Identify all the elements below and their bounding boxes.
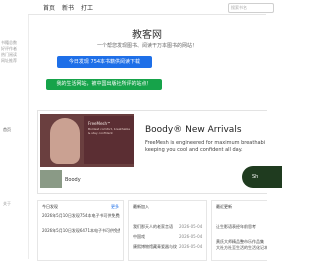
list-item[interactable]: 康熙博物馆藏青瓷器与纹饰 <box>133 244 177 250</box>
ad-image-panel-text: Boldest comfort, breathable & stay confi… <box>88 127 131 135</box>
nav-work[interactable]: 打工 <box>81 3 93 12</box>
discover-today-button[interactable]: 今日发现 754本书籍供阅读下载 <box>57 56 152 68</box>
list-item-date: 2026-05-04 <box>179 224 203 229</box>
sidebar-text: 热门阅读 <box>1 52 17 57</box>
sidebar-link-about[interactable]: 关于 <box>3 201 11 206</box>
panel-latest-added: 最新加入 我们那天人的老家言语 2026-05-04 中国戏 2026-05-0… <box>128 200 207 261</box>
list-item[interactable]: 大社方社至生活的生活化记本 <box>216 245 267 251</box>
panel-recent-updates: 最近更新 让生影语表经年前思考 黄氏大师精品整市乐作品集 大社方社至生活的生活化… <box>211 200 267 261</box>
nav-home[interactable]: 首页 <box>43 3 55 12</box>
ad-description-line: keeping you cool and confident all day. <box>145 147 243 153</box>
nav-new-books[interactable]: 新书 <box>62 3 74 12</box>
sidebar-text: 网址推荐 <box>1 58 17 63</box>
list-item[interactable]: 中国戏 <box>133 234 177 240</box>
ad-brand-thumbnail <box>40 170 62 188</box>
list-item-date: 2026-05-04 <box>179 234 203 239</box>
sidebar-text: 书籍总数 <box>1 40 17 45</box>
sidebar-link-home[interactable]: 首页 <box>3 127 11 132</box>
list-item[interactable]: 让生影语表经年前思考 <box>216 224 267 230</box>
list-item[interactable]: 我们那天人的老家言语 <box>133 224 177 230</box>
site-slogan: 一个帮您发现图书、阅读干万本图书的网站！ <box>96 43 197 49</box>
search-placeholder: 搜索书名 <box>231 5 247 10</box>
list-item[interactable]: 2026年5月10日发现754本电子书可供免费阅读或下载 <box>42 213 120 219</box>
ad-title[interactable]: Boody® New Arrivals <box>145 125 242 135</box>
top-navigation: 首页 新书 打工 搜索书名 <box>28 0 274 15</box>
ad-description: FreeMesh is engineered for maximum breat… <box>145 140 275 154</box>
ad-image-panel-title: FreeMesh™ <box>88 121 112 126</box>
site-title: 教客网 <box>132 30 162 41</box>
sidebar-text: 好评作者 <box>1 46 17 51</box>
panel-title: 最新加入 <box>133 204 149 209</box>
panel-title: 最近更新 <box>216 204 232 209</box>
ad-image[interactable]: FreeMesh™ Boldest comfort, breathable & … <box>40 114 134 167</box>
ad-shop-button[interactable]: Sh <box>242 166 282 188</box>
ad-description-line: FreeMesh is engineered for maximum breat… <box>145 140 266 146</box>
panel-title: 今日发现 <box>42 204 58 209</box>
more-link[interactable]: 更多 <box>111 204 119 210</box>
left-sidebar: 书籍总数 好评作者 热门阅读 网址推荐 首页 关于 <box>0 0 29 259</box>
search-input[interactable]: 搜索书名 <box>228 3 274 13</box>
list-item-date: 2026-05-04 <box>179 244 203 249</box>
list-item[interactable]: 2026年5月10日发现6471本电子书可供免费阅读或下载 <box>42 228 120 234</box>
ad-card[interactable]: FreeMesh™ Boldest comfort, breathable & … <box>37 110 282 194</box>
ad-brand-name: Boody <box>65 177 81 183</box>
recommended-site-button[interactable]: 我的生活网站，被中国出版社所评的站点！ <box>46 79 162 90</box>
ad-image-figure <box>50 118 80 164</box>
panel-today-discover: 今日发现 更多 2026年5月10日发现754本电子书可供免费阅读或下载 202… <box>37 200 124 261</box>
